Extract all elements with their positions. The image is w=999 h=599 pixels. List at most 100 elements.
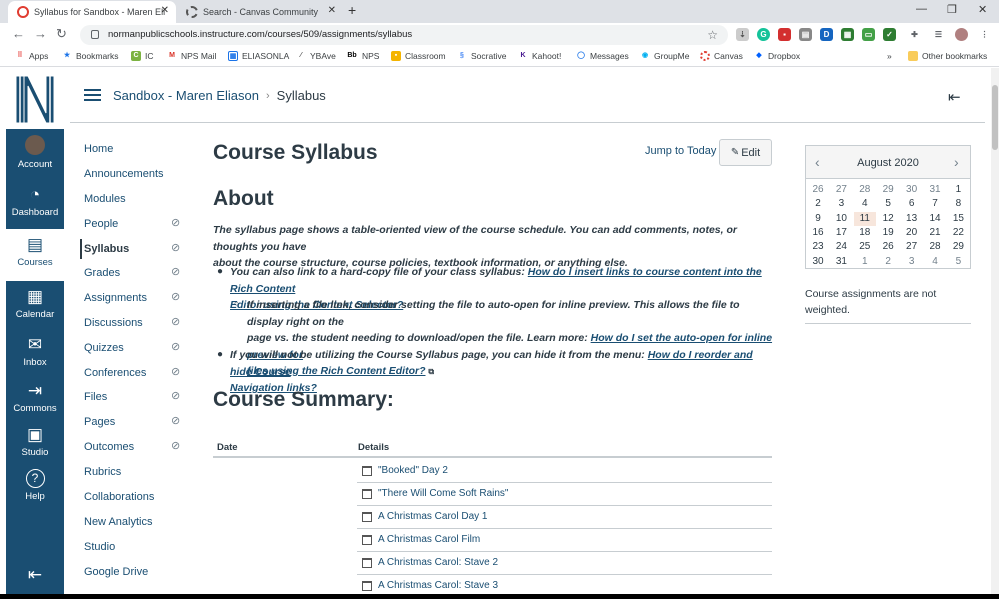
assignment-link[interactable]: A Christmas Carol Day 1 bbox=[378, 511, 487, 522]
profile-avatar-icon[interactable] bbox=[955, 28, 968, 41]
calendar-day[interactable]: 26 bbox=[877, 240, 899, 254]
calendar-day[interactable]: 30 bbox=[901, 183, 923, 197]
assignment-link[interactable]: "There Will Come Soft Rains" bbox=[378, 488, 508, 499]
close-window-icon[interactable]: ✕ bbox=[978, 3, 987, 16]
calendar-day[interactable]: 31 bbox=[924, 183, 946, 197]
calendar-day[interactable]: 22 bbox=[947, 226, 969, 240]
calendar-day[interactable]: 29 bbox=[947, 240, 969, 254]
calendar-day[interactable]: 24 bbox=[830, 240, 852, 254]
course-nav-conferences[interactable]: Conferences bbox=[84, 367, 146, 379]
calendar-day[interactable]: 30 bbox=[807, 255, 829, 269]
course-nav-people[interactable]: People bbox=[84, 218, 118, 230]
global-nav-inbox[interactable]: ✉ Inbox bbox=[6, 336, 64, 380]
calendar-day[interactable]: 10 bbox=[830, 212, 852, 226]
extension-icon[interactable]: ▭ bbox=[862, 28, 875, 41]
calendar-day[interactable]: 25 bbox=[854, 240, 876, 254]
calendar-day[interactable]: 9 bbox=[807, 212, 829, 226]
course-nav-modules[interactable]: Modules bbox=[84, 193, 126, 205]
extension-icon[interactable]: ▤ bbox=[799, 28, 812, 41]
bookmark-messages[interactable]: ◯ Messages bbox=[576, 51, 629, 61]
minimize-icon[interactable]: — bbox=[916, 3, 927, 15]
back-icon[interactable]: ← bbox=[12, 27, 25, 41]
course-nav-quizzes[interactable]: Quizzes bbox=[84, 342, 124, 354]
calendar-day[interactable]: 4 bbox=[854, 197, 876, 211]
global-nav-account[interactable]: Account bbox=[6, 135, 64, 179]
calendar-day[interactable]: 8 bbox=[947, 197, 969, 211]
calendar-day[interactable]: 23 bbox=[807, 240, 829, 254]
grammarly-icon[interactable]: G bbox=[757, 28, 770, 41]
bookmark-ic[interactable]: C IC bbox=[131, 51, 154, 61]
calendar-day[interactable]: 1 bbox=[854, 255, 876, 269]
assignment-link[interactable]: A Christmas Carol: Stave 3 bbox=[378, 580, 498, 591]
menu-icon[interactable]: ⋮ bbox=[978, 28, 991, 41]
global-nav-calendar[interactable]: ▦ Calendar bbox=[6, 288, 64, 332]
extension-icon[interactable]: ✓ bbox=[883, 28, 896, 41]
calendar-day[interactable]: 20 bbox=[901, 226, 923, 240]
course-nav-pages[interactable]: Pages bbox=[84, 416, 115, 428]
calendar-day[interactable]: 13 bbox=[901, 212, 923, 226]
bookmarks-overflow[interactable]: » bbox=[887, 51, 892, 61]
assignment-link[interactable]: A Christmas Carol: Stave 2 bbox=[378, 557, 498, 568]
forward-icon[interactable]: → bbox=[34, 27, 47, 41]
extension-icon[interactable]: ⇣ bbox=[736, 28, 749, 41]
course-nav-home[interactable]: Home bbox=[84, 143, 113, 155]
course-nav-collaborations[interactable]: Collaborations bbox=[84, 491, 154, 503]
new-tab-button[interactable]: + bbox=[348, 2, 356, 18]
bookmark-nps-mail[interactable]: M NPS Mail bbox=[167, 51, 216, 61]
calendar-day[interactable]: 7 bbox=[924, 197, 946, 211]
tab-syllabus[interactable]: Syllabus for Sandbox - Maren Eli ✕ bbox=[8, 1, 176, 23]
calendar-day[interactable]: 3 bbox=[830, 197, 852, 211]
extension-icon[interactable]: ▦ bbox=[841, 28, 854, 41]
course-nav-files[interactable]: Files bbox=[84, 391, 107, 403]
bookmark-ybave[interactable]: ⁄ YBAve bbox=[296, 51, 335, 61]
calendar-day[interactable]: 4 bbox=[924, 255, 946, 269]
global-nav-help[interactable]: ? Help bbox=[6, 469, 64, 513]
course-nav-studio[interactable]: Studio bbox=[84, 541, 115, 553]
edit-button[interactable]: ✎ Edit bbox=[719, 139, 772, 166]
course-nav-outcomes[interactable]: Outcomes bbox=[84, 441, 134, 453]
course-nav-grades[interactable]: Grades bbox=[84, 267, 120, 279]
calendar-day[interactable]: 28 bbox=[854, 183, 876, 197]
course-menu-toggle[interactable] bbox=[84, 89, 101, 101]
bookmark-nps[interactable]: Bb NPS bbox=[346, 51, 379, 61]
course-nav-google-drive[interactable]: Google Drive bbox=[84, 566, 148, 578]
bookmark-classroom[interactable]: ▪ Classroom bbox=[391, 51, 446, 61]
bookmark-star-icon[interactable]: ☆ bbox=[707, 25, 718, 45]
assignment-link[interactable]: A Christmas Carol Film bbox=[378, 534, 480, 545]
course-nav-syllabus[interactable]: Syllabus bbox=[84, 243, 129, 255]
calendar-day[interactable]: 5 bbox=[947, 255, 969, 269]
calendar-day[interactable]: 16 bbox=[807, 226, 829, 240]
calendar-day[interactable]: 27 bbox=[830, 183, 852, 197]
calendar-day[interactable]: 1 bbox=[947, 183, 969, 197]
calendar-day[interactable]: 3 bbox=[901, 255, 923, 269]
calendar-day[interactable]: 28 bbox=[924, 240, 946, 254]
calendar-day[interactable]: 12 bbox=[877, 212, 899, 226]
bookmark-dropbox[interactable]: ◆ Dropbox bbox=[754, 51, 800, 61]
calendar-day[interactable]: 11 bbox=[853, 211, 876, 226]
calendar-day[interactable]: 2 bbox=[807, 197, 829, 211]
course-nav-rubrics[interactable]: Rubrics bbox=[84, 466, 121, 478]
global-nav-studio[interactable]: ▣ Studio bbox=[6, 426, 64, 470]
extension-icon[interactable]: ▪ bbox=[778, 28, 791, 41]
bookmark-apps[interactable]: ⠿ Apps bbox=[15, 51, 48, 61]
calendar-day[interactable]: 29 bbox=[877, 183, 899, 197]
bookmark-canvas[interactable]: Canvas bbox=[700, 51, 743, 61]
bookmark-socrative[interactable]: § Socrative bbox=[457, 51, 506, 61]
close-tab-icon[interactable]: ✕ bbox=[328, 5, 336, 16]
calendar-day[interactable]: 21 bbox=[924, 226, 946, 240]
extensions-puzzle-icon[interactable]: ✚ bbox=[908, 28, 921, 41]
calendar-day[interactable]: 17 bbox=[830, 226, 852, 240]
calendar-day[interactable]: 5 bbox=[877, 197, 899, 211]
close-tab-icon[interactable]: ✕ bbox=[161, 5, 169, 16]
calendar-day[interactable]: 31 bbox=[830, 255, 852, 269]
tab-search-community[interactable]: Search - Canvas Community ✕ bbox=[177, 1, 343, 23]
address-bar[interactable]: normanpublicschools.instructure.com/cour… bbox=[80, 25, 728, 45]
calendar-day[interactable]: 14 bbox=[924, 212, 946, 226]
reading-list-icon[interactable]: ☰ bbox=[932, 28, 945, 41]
bookmark-eliasonla[interactable]: ▦ ELIASONLA bbox=[228, 51, 289, 61]
calendar-day[interactable]: 18 bbox=[854, 226, 876, 240]
extension-icon[interactable]: D bbox=[820, 28, 833, 41]
bookmark-bookmarks[interactable]: ★ Bookmarks bbox=[62, 51, 119, 61]
bookmark-kahoot[interactable]: K Kahoot! bbox=[518, 51, 561, 61]
course-nav-new-analytics[interactable]: New Analytics bbox=[84, 516, 152, 528]
